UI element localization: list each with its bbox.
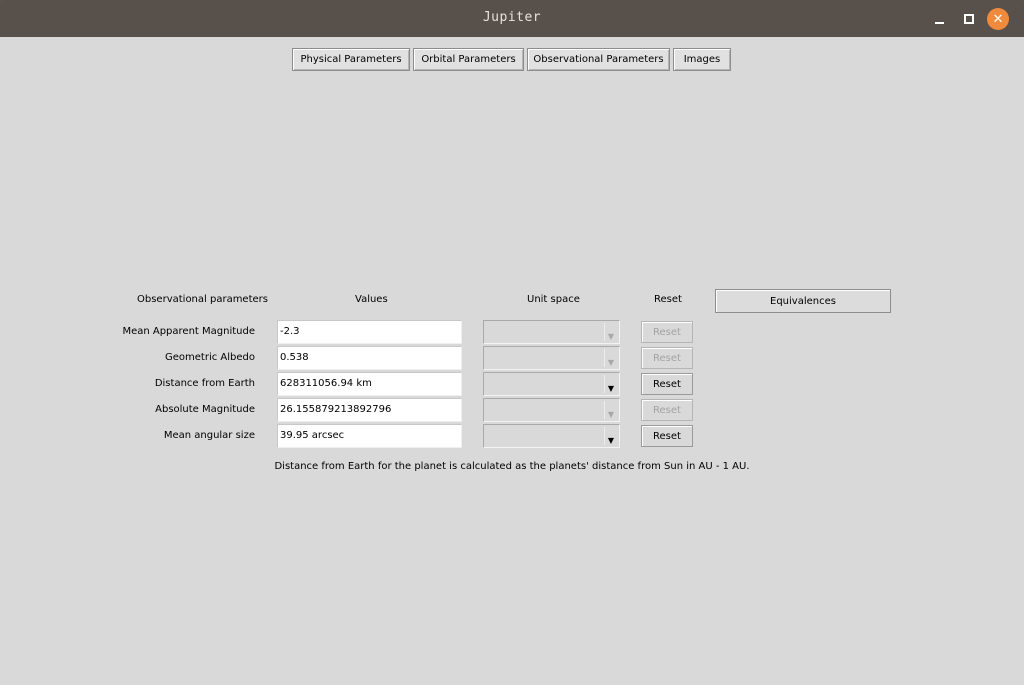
- mean-apparent-magnitude-reset-button[interactable]: Reset: [641, 321, 693, 343]
- header-unit-space: Unit space: [527, 294, 580, 305]
- equivalences-button[interactable]: Equivalences: [715, 289, 891, 313]
- tab-orbital-parameters[interactable]: Orbital Parameters: [413, 48, 524, 71]
- geometric-albedo-reset-button[interactable]: Reset: [641, 347, 693, 369]
- geometric-albedo-input[interactable]: 0.538: [277, 346, 462, 370]
- main-content: Physical Parameters Orbital Parameters O…: [0, 37, 1024, 685]
- chevron-down-icon: ▼: [604, 427, 617, 445]
- maximize-icon: [964, 14, 974, 24]
- label-mean-apparent-magnitude: Mean Apparent Magnitude: [122, 326, 255, 337]
- label-mean-angular-size: Mean angular size: [163, 430, 255, 441]
- chevron-down-icon: ▼: [604, 349, 617, 367]
- tab-images[interactable]: Images: [673, 48, 731, 71]
- absolute-magnitude-reset-button[interactable]: Reset: [641, 399, 693, 421]
- chevron-down-icon: ▼: [604, 401, 617, 419]
- geometric-albedo-unit-select[interactable]: ▼: [483, 346, 620, 370]
- minimize-button[interactable]: [928, 8, 950, 30]
- app-window: Jupiter ✕ Physical Parameters Orbital Pa…: [0, 0, 1024, 685]
- distance-from-earth-reset-button[interactable]: Reset: [641, 373, 693, 395]
- label-geometric-albedo: Geometric Albedo: [165, 352, 255, 363]
- minimize-icon: [934, 22, 944, 24]
- close-icon: ✕: [992, 11, 1004, 27]
- mean-angular-size-reset-button[interactable]: Reset: [641, 425, 693, 447]
- tab-physical-parameters[interactable]: Physical Parameters: [292, 48, 410, 71]
- absolute-magnitude-input[interactable]: 26.155879213892796: [277, 398, 462, 422]
- mean-angular-size-unit-select[interactable]: ▼: [483, 424, 620, 448]
- chevron-down-icon: ▼: [604, 375, 617, 393]
- distance-from-earth-unit-select[interactable]: ▼: [483, 372, 620, 396]
- mean-angular-size-input[interactable]: 39.95 arcsec: [277, 424, 462, 448]
- mean-apparent-magnitude-input[interactable]: -2.3: [277, 320, 462, 344]
- distance-note: Distance from Earth for the planet is ca…: [274, 461, 750, 472]
- tab-observational-parameters[interactable]: Observational Parameters: [527, 48, 670, 71]
- maximize-button[interactable]: [958, 8, 980, 30]
- title-bar: Jupiter ✕: [0, 0, 1024, 37]
- window-title: Jupiter: [482, 10, 542, 25]
- distance-from-earth-input[interactable]: 628311056.94 km: [277, 372, 462, 396]
- mean-apparent-magnitude-unit-select[interactable]: ▼: [483, 320, 620, 344]
- absolute-magnitude-unit-select[interactable]: ▼: [483, 398, 620, 422]
- header-values: Values: [355, 294, 388, 305]
- header-observational-parameters: Observational parameters: [137, 294, 268, 305]
- close-button[interactable]: ✕: [987, 8, 1009, 30]
- label-absolute-magnitude: Absolute Magnitude: [155, 404, 255, 415]
- label-distance-from-earth: Distance from Earth: [154, 378, 255, 389]
- chevron-down-icon: ▼: [604, 323, 617, 341]
- header-reset: Reset: [654, 294, 682, 305]
